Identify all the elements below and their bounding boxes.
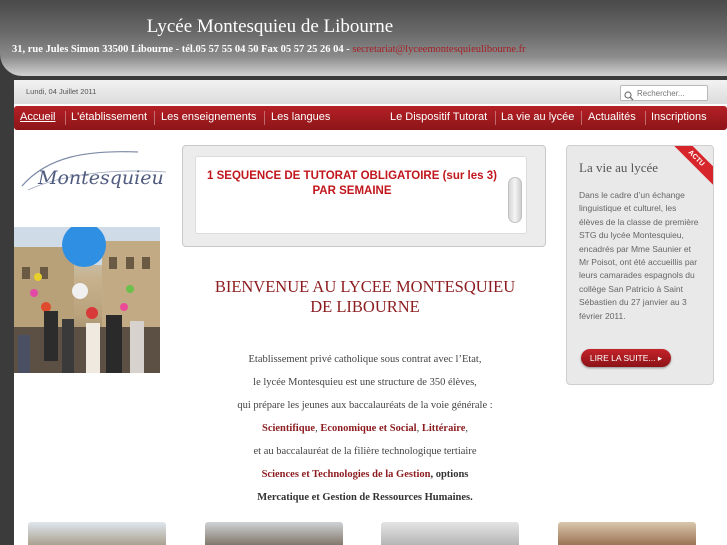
- nav-inscriptions[interactable]: Inscriptions: [651, 111, 707, 123]
- logo-text: Montesquieu: [37, 167, 164, 189]
- address-text: 31, rue Jules Simon 33500 Libourne - tél…: [12, 44, 353, 55]
- contact-address: 31, rue Jules Simon 33500 Libourne - tél…: [12, 44, 526, 55]
- school-courtyard-photo: [14, 227, 160, 373]
- welcome-heading-line-1: BIENVENUE AU LYCEE MONTESQUIEU: [214, 277, 516, 296]
- nav-vie-lycee[interactable]: La vie au lycée: [501, 111, 574, 123]
- site-title: Lycée Montesquieu de Libourne: [146, 16, 394, 37]
- options-text: , options: [430, 469, 469, 480]
- intro-line-2: le lycée Montesquieu est une structure d…: [253, 377, 477, 388]
- read-more-button[interactable]: LIRE LA SUITE... ▸: [581, 349, 671, 367]
- ticker-line-2: PAR SEMAINE: [312, 185, 392, 197]
- news-body: Dans le cadre d’un échange linguistique …: [579, 190, 699, 321]
- intro-line-4: Scientifique, Economique et Social, Litt…: [182, 423, 548, 434]
- nav-divider: [581, 111, 582, 125]
- news-title: La vie au lycée: [579, 160, 659, 175]
- options-list: Mercatique et Gestion de Ressources Huma…: [257, 492, 473, 503]
- site-header: Lycée Montesquieu de Libourne 31, rue Ju…: [0, 0, 727, 76]
- nav-etablissement[interactable]: L'établissement: [71, 111, 147, 123]
- bac-scientifique: Scientifique: [261, 423, 316, 434]
- email-link[interactable]: secretariat@lyceemontesquieulibourne.fr: [352, 44, 525, 55]
- intro-line-6: Sciences et Technologies de la Gestion, …: [182, 469, 548, 480]
- main-nav: Accueil L'établissement Les enseignement…: [14, 106, 727, 130]
- intro-line-7: Mercatique et Gestion de Ressources Huma…: [182, 492, 548, 503]
- thumbnail-image[interactable]: [28, 522, 166, 545]
- intro-line-5: et au baccalauréat de la filière technol…: [253, 446, 477, 457]
- bac-stg: Sciences et Technologies de la Gestion: [261, 469, 431, 480]
- thumbnail-image[interactable]: [381, 522, 519, 545]
- nav-divider: [264, 111, 265, 125]
- ticker-message: 1 SEQUENCE DE TUTORAT OBLIGATOIRE (sur l…: [202, 169, 502, 199]
- ticker-scrollbar[interactable]: [508, 177, 522, 223]
- intro-line-3: qui prépare les jeunes aux baccalauréats…: [237, 400, 493, 411]
- bac-es: Economique et Social: [320, 423, 417, 434]
- ticker-panel: 1 SEQUENCE DE TUTORAT OBLIGATOIRE (sur l…: [195, 156, 527, 234]
- current-date: Lundi, 04 Juillet 2011: [26, 87, 97, 96]
- nav-actualites[interactable]: Actualités: [588, 111, 636, 123]
- nav-divider: [154, 111, 155, 125]
- nav-divider: [495, 111, 496, 125]
- welcome-heading: BIENVENUE AU LYCEE MONTESQUIEU DE LIBOUR…: [182, 277, 548, 317]
- separator: ,: [465, 423, 468, 434]
- news-badge: ACTU: [666, 146, 713, 188]
- bac-litteraire: Littéraire: [421, 423, 466, 434]
- nav-divider: [645, 111, 646, 125]
- search-icon: [624, 88, 634, 101]
- thumbnail-image[interactable]: [558, 522, 696, 545]
- thumbnail-image[interactable]: [205, 522, 343, 545]
- page-frame: Lundi, 04 Juillet 2011 Accueil L'établis…: [14, 80, 727, 545]
- nav-enseignements[interactable]: Les enseignements: [161, 111, 256, 123]
- welcome-heading-line-2: DE LIBOURNE: [310, 297, 420, 316]
- search-box[interactable]: [620, 85, 708, 101]
- nav-tutorat[interactable]: Le Dispositif Tutorat: [390, 111, 487, 123]
- nav-accueil[interactable]: Accueil: [20, 111, 55, 123]
- nav-langues[interactable]: Les langues: [271, 111, 330, 123]
- search-input[interactable]: [637, 88, 707, 98]
- ticker-line-1: 1 SEQUENCE DE TUTORAT OBLIGATOIRE (sur l…: [207, 170, 497, 182]
- announcement-ticker: 1 SEQUENCE DE TUTORAT OBLIGATOIRE (sur l…: [182, 145, 546, 247]
- intro-line-1: Etablissement privé catholique sous cont…: [248, 354, 482, 365]
- montesquieu-logo[interactable]: Montesquieu: [18, 146, 168, 198]
- nav-divider: [65, 111, 66, 125]
- news-box: ACTU La vie au lycée Dans le cadre d’un …: [566, 145, 714, 385]
- top-bar: Lundi, 04 Juillet 2011: [14, 80, 727, 104]
